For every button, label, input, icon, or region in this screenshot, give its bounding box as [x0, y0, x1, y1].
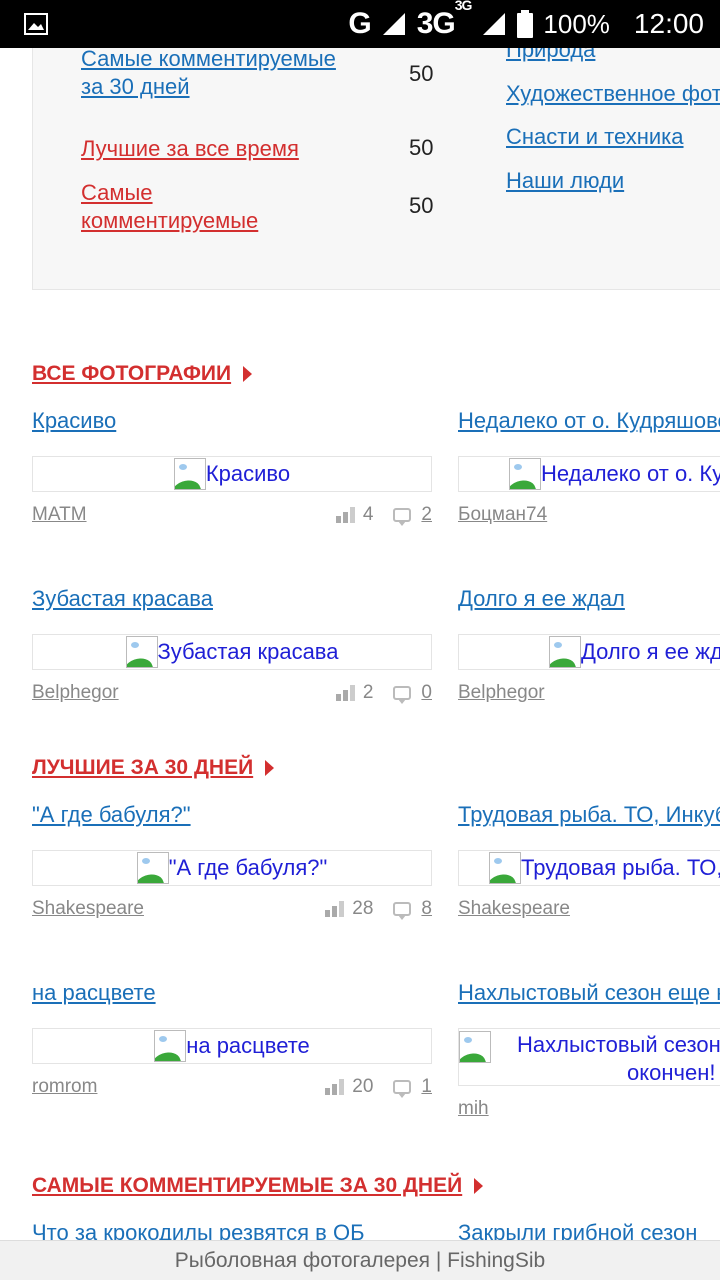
rating-bars-icon	[335, 507, 355, 523]
rating-bars-icon	[325, 1079, 345, 1095]
photo-title-link[interactable]: Зубастая красава	[32, 586, 213, 612]
page-title-bar: Рыболовная фотогалерея | FishingSib	[0, 1240, 720, 1280]
photo-thumbnail[interactable]: Долго я ее ждал	[458, 634, 720, 670]
photo-thumbnail[interactable]: Красиво	[32, 456, 432, 492]
photo-title-link[interactable]: Что за крокодилы резвятся в ОБ	[32, 1220, 365, 1240]
rating-value: 2	[362, 682, 374, 703]
rating-value: 28	[352, 898, 374, 919]
image-alt-text: Нахлыстовый сезон еще не окончен!	[517, 1032, 720, 1085]
signal-icon-secondary	[483, 13, 506, 35]
broken-image-icon	[549, 636, 581, 668]
image-alt-text: "А где бабуля?"	[168, 855, 328, 880]
broken-image-icon	[154, 1030, 187, 1062]
photo-title-link[interactable]: Трудовая рыба. ТО, Инкубатор	[458, 802, 720, 828]
author-link[interactable]: mih	[458, 1098, 489, 1120]
network-type-secondary: 3G3G	[416, 0, 473, 40]
photo-thumbnail[interactable]: "А где бабуля?"	[32, 850, 432, 886]
author-link[interactable]: Shakespeare	[458, 898, 570, 920]
comment-icon	[393, 902, 412, 920]
author-link[interactable]: Belphegor	[32, 682, 119, 704]
photo-title-link[interactable]: Недалеко от о. Кудряшовский	[458, 408, 720, 434]
rating-count: 50	[409, 61, 434, 86]
photo-title-link[interactable]: на расцвете	[32, 980, 156, 1006]
photo-stats: 28 8	[325, 898, 432, 920]
rating-bars-icon	[325, 901, 345, 917]
photo-thumbnail[interactable]: Зубастая красава	[32, 634, 432, 670]
rating-count: 50	[409, 135, 434, 160]
image-alt-text: Зубастая красава	[157, 639, 339, 664]
comments-count-link[interactable]: 2	[421, 504, 432, 526]
rating-value: 20	[352, 1076, 374, 1097]
category-link[interactable]: Природа	[506, 48, 595, 63]
category-link[interactable]: Художественное фото	[506, 81, 720, 107]
image-alt-text: Красиво	[205, 461, 291, 486]
image-alt-text: Долго я ее ждал	[581, 639, 720, 664]
status-right: G 3G3G 100% 12:00	[348, 0, 704, 48]
rating-link[interactable]: Самые комментируемые	[81, 180, 258, 233]
section-title[interactable]: ВСЕ ФОТОГРАФИИ	[32, 362, 231, 386]
section-most-commented-30-days[interactable]: САМЫЕ КОММЕНТИРУЕМЫЕ ЗА 30 ДНЕЙ	[32, 1174, 484, 1198]
page-content: Самые комментируемые за 30 дней 50 Лучши…	[0, 48, 720, 1240]
photo-title-link[interactable]: "А где бабуля?"	[32, 802, 191, 828]
comment-icon	[393, 508, 412, 526]
image-alt-text: Недалеко от о. Кудряшовский	[541, 461, 720, 486]
rating-item[interactable]: Самые комментируемые	[81, 179, 311, 235]
rating-count: 50	[409, 193, 434, 218]
photo-stats: 20 1	[325, 1076, 432, 1098]
author-link[interactable]: Belphegor	[458, 682, 545, 704]
broken-image-icon	[125, 636, 158, 668]
clock: 12:00	[633, 8, 704, 39]
photo-title-link[interactable]: Долго я ее ждал	[458, 586, 625, 612]
photo-thumbnail[interactable]: Нахлыстовый сезон еще не окончен!	[458, 1028, 720, 1086]
broken-image-icon	[459, 1031, 491, 1063]
arrow-right-icon	[243, 366, 253, 382]
arrow-right-icon	[265, 760, 275, 776]
photo-title-link[interactable]: Красиво	[32, 408, 116, 434]
photo-title-link[interactable]: Закрыли грибной сезон	[458, 1220, 697, 1240]
rating-item[interactable]: Лучшие за все время	[81, 135, 361, 163]
photo-stats: 2 0	[335, 682, 432, 704]
battery-level: 100%	[543, 8, 610, 39]
arrow-right-icon	[474, 1178, 484, 1194]
broken-image-icon	[136, 852, 169, 884]
category-link[interactable]: Наши люди	[506, 168, 624, 194]
photo-thumbnail[interactable]: Трудовая рыба. ТО, Инкубатор	[458, 850, 720, 886]
image-alt-text: на расцвете	[186, 1033, 310, 1058]
network-type: G	[348, 7, 371, 40]
broken-image-icon	[509, 458, 541, 490]
status-bar: G 3G3G 100% 12:00	[0, 0, 720, 48]
rating-bars-icon	[335, 685, 355, 701]
author-link[interactable]: MATM	[32, 504, 87, 526]
category-link[interactable]: Снасти и техника	[506, 124, 684, 150]
photo-thumbnail[interactable]: на расцвете	[32, 1028, 432, 1064]
rating-link[interactable]: Лучшие за все время	[81, 136, 299, 161]
author-link[interactable]: romrom	[32, 1076, 97, 1098]
page-title: Рыболовная фотогалерея | FishingSib	[174, 1249, 546, 1272]
signal-icon	[382, 13, 405, 35]
ratings-panel: Самые комментируемые за 30 дней 50 Лучши…	[32, 48, 720, 290]
section-all-photos[interactable]: ВСЕ ФОТОГРАФИИ	[32, 362, 253, 386]
image-notification-icon	[24, 13, 48, 35]
photo-stats: 4 2	[335, 504, 432, 526]
comments-count-link[interactable]: 8	[421, 898, 432, 920]
rating-link[interactable]: Самые комментируемые за 30 дней	[81, 48, 336, 99]
battery-icon	[517, 10, 534, 38]
photo-thumbnail[interactable]: Недалеко от о. Кудряшовский	[458, 456, 720, 492]
section-title[interactable]: ЛУЧШИЕ ЗА 30 ДНЕЙ	[32, 756, 253, 780]
section-title[interactable]: САМЫЕ КОММЕНТИРУЕМЫЕ ЗА 30 ДНЕЙ	[32, 1174, 462, 1198]
author-link[interactable]: Боцман74	[458, 504, 547, 526]
author-link[interactable]: Shakespeare	[32, 898, 144, 920]
comments-count-link[interactable]: 0	[421, 682, 432, 704]
rating-value: 4	[362, 504, 374, 525]
comment-icon	[393, 1080, 412, 1098]
section-best-30-days[interactable]: ЛУЧШИЕ ЗА 30 ДНЕЙ	[32, 756, 275, 780]
rating-item[interactable]: Самые комментируемые за 30 дней	[81, 48, 361, 101]
photo-title-link[interactable]: Нахлыстовый сезон еще не окончен	[458, 980, 720, 1006]
broken-image-icon	[489, 852, 521, 884]
broken-image-icon	[173, 458, 206, 490]
comment-icon	[393, 686, 412, 704]
image-alt-text: Трудовая рыба. ТО, Инкубатор	[521, 855, 720, 880]
comments-count-link[interactable]: 1	[421, 1076, 432, 1098]
